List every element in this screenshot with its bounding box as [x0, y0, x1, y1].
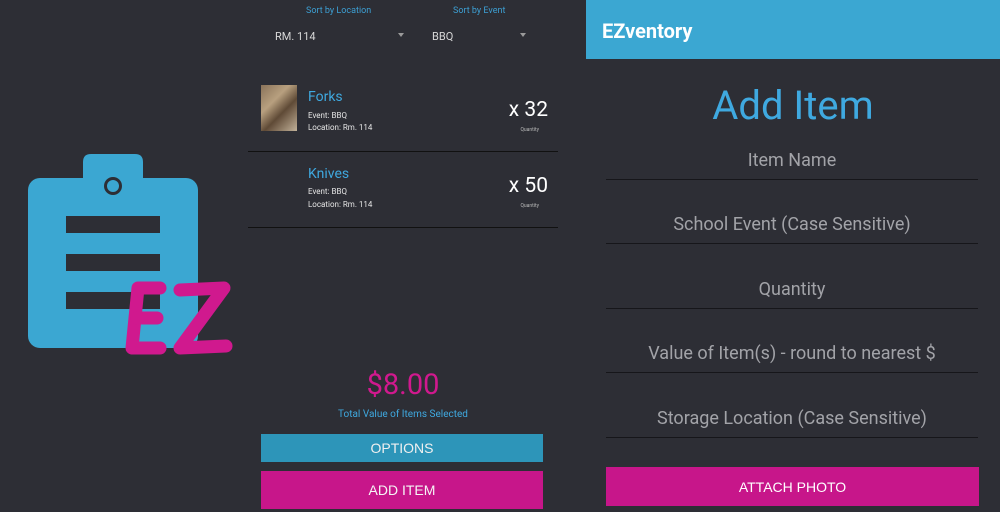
item-quantity: x 50 [508, 174, 548, 198]
item-name: Knives [308, 166, 350, 182]
sort-event-label: Sort by Event [453, 6, 506, 16]
item-location: Location: Rm. 114 [308, 123, 373, 132]
storage-location-placeholder: Storage Location (Case Sensitive) [657, 408, 927, 429]
add-item-button[interactable]: ADD ITEM [261, 471, 543, 509]
item-name-field[interactable]: Item Name [606, 150, 978, 180]
app-title: EZventory [602, 19, 693, 43]
item-photo [261, 85, 297, 131]
field-underline [606, 372, 978, 373]
list-item[interactable]: Forks Event: BBQ Location: Rm. 114 x 32 … [248, 76, 558, 152]
item-location: Location: Rm. 114 [308, 200, 373, 209]
list-divider [248, 227, 558, 228]
list-item[interactable]: Knives Event: BBQ Location: Rm. 114 x 50… [248, 152, 558, 228]
school-event-field[interactable]: School Event (Case Sensitive) [606, 214, 978, 244]
item-event: Event: BBQ [308, 187, 347, 196]
inventory-list-screen: Sort by Location Sort by Event RM. 114 B… [248, 0, 558, 512]
value-field[interactable]: Value of Item(s) - round to nearest $ [606, 343, 978, 373]
app-bar: EZventory [586, 0, 1000, 59]
field-underline [606, 179, 978, 180]
item-quantity: x 32 [508, 98, 548, 122]
add-item-screen: EZventory Add Item Item Name School Even… [586, 0, 1000, 512]
logo-panel: EZ [0, 0, 248, 512]
storage-location-field[interactable]: Storage Location (Case Sensitive) [606, 408, 978, 438]
item-quantity-label: Quantity [520, 203, 539, 209]
field-underline [606, 308, 978, 309]
attach-photo-button[interactable]: ATTACH PHOTO [606, 467, 979, 506]
clipboard-icon [28, 154, 233, 355]
field-underline [606, 437, 978, 438]
page-title: Add Item [712, 82, 874, 129]
dropdown-arrow-icon [398, 33, 404, 37]
item-name: Forks [308, 89, 343, 105]
school-event-placeholder: School Event (Case Sensitive) [673, 214, 911, 235]
value-placeholder: Value of Item(s) - round to nearest $ [648, 343, 936, 364]
field-underline [606, 243, 978, 244]
quantity-field[interactable]: Quantity [606, 279, 978, 309]
options-button[interactable]: OPTIONS [261, 434, 543, 462]
quantity-placeholder: Quantity [758, 279, 826, 300]
total-value: $8.00 [366, 368, 440, 402]
sort-location-value: RM. 114 [275, 30, 316, 43]
dropdown-arrow-icon [520, 33, 526, 37]
item-quantity-label: Quantity [520, 127, 539, 133]
sort-location-label: Sort by Location [306, 6, 372, 16]
total-value-label: Total Value of Items Selected [338, 409, 468, 420]
item-name-placeholder: Item Name [747, 150, 837, 171]
sort-event-value: BBQ [432, 30, 454, 43]
